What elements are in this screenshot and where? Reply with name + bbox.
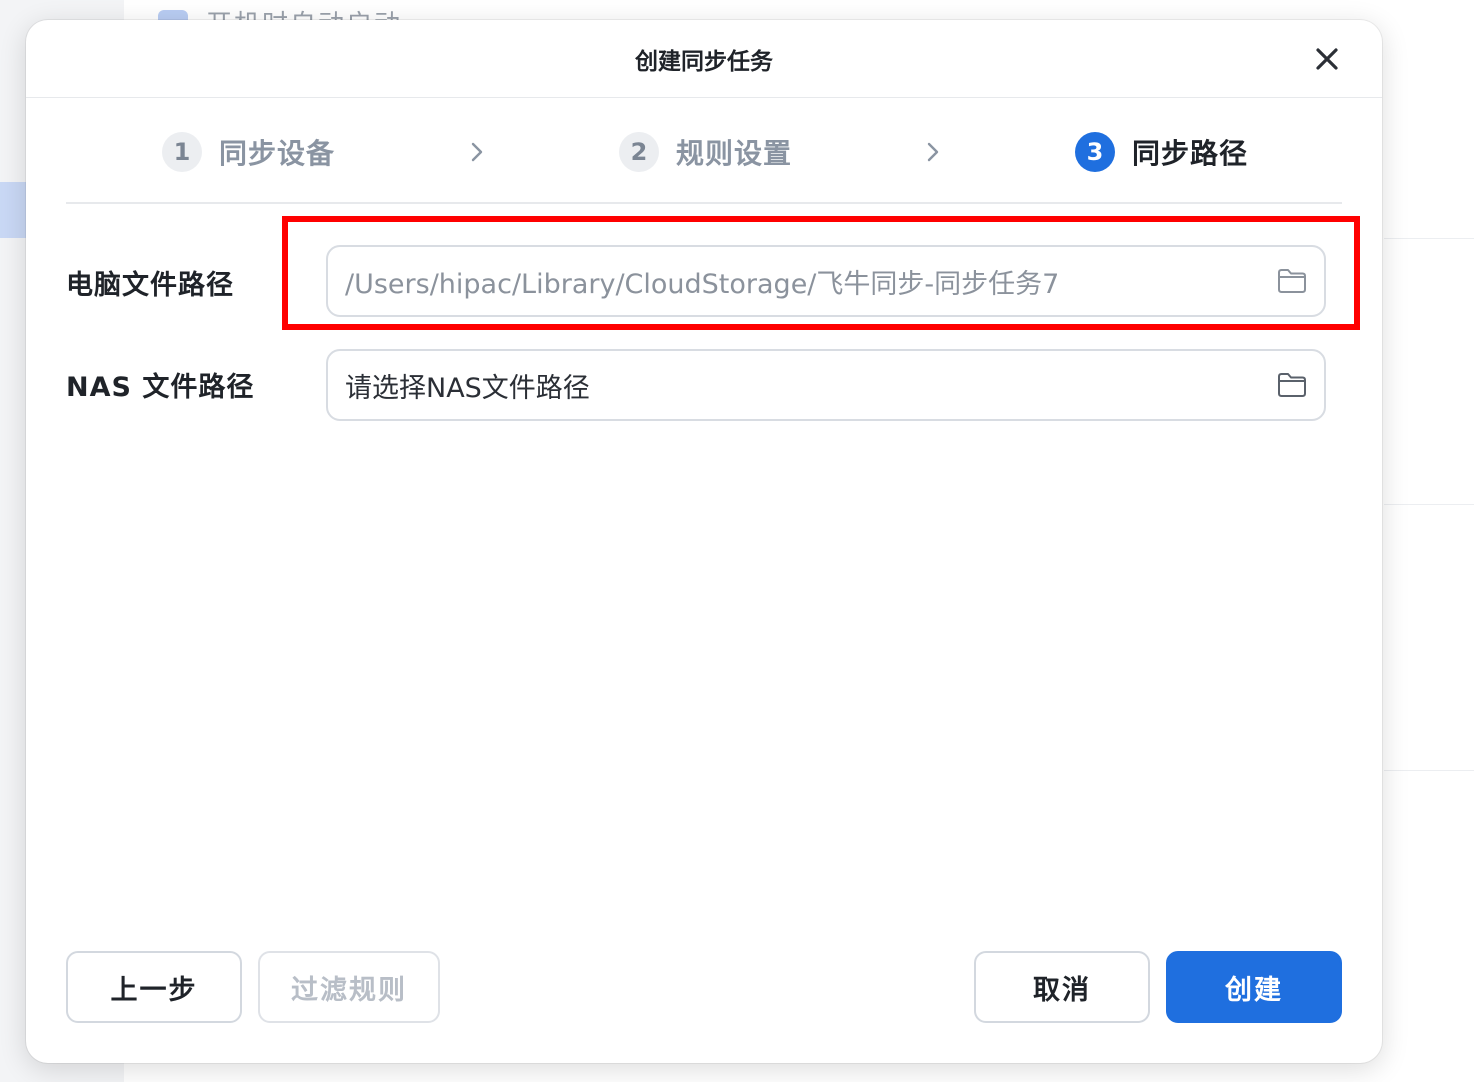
dialog-title: 创建同步任务 — [635, 49, 773, 75]
background-divider — [1384, 504, 1474, 505]
nas-path-placeholder: 请选择NAS文件路径 — [345, 372, 590, 404]
local-path-value: /Users/hipac/Library/CloudStorage/飞牛同步-同… — [345, 268, 1060, 300]
cancel-button[interactable]: 取消 — [974, 951, 1150, 1023]
create-sync-task-dialog: 创建同步任务 1 同步设备 2 规则设置 3 同步路径 电脑文件路径 /User… — [26, 20, 1382, 1063]
stepper: 1 同步设备 2 规则设置 3 同步路径 — [66, 128, 1342, 190]
background-divider — [1384, 770, 1474, 771]
stepper-divider — [66, 202, 1342, 204]
local-path-row: 电脑文件路径 /Users/hipac/Library/CloudStorage… — [66, 245, 1326, 317]
prev-step-button[interactable]: 上一步 — [66, 951, 242, 1023]
step-rule-settings: 2 规则设置 — [619, 132, 792, 172]
step-number: 3 — [1075, 132, 1115, 172]
nas-path-field[interactable]: 请选择NAS文件路径 — [326, 349, 1326, 421]
background-sidebar-accent — [0, 182, 26, 238]
folder-icon[interactable] — [1276, 371, 1308, 399]
nas-path-label: NAS 文件路径 — [66, 372, 255, 403]
step-number: 2 — [619, 132, 659, 172]
nas-path-row: NAS 文件路径 请选择NAS文件路径 — [66, 349, 1326, 421]
step-label: 规则设置 — [676, 137, 793, 170]
dialog-header: 创建同步任务 — [26, 20, 1382, 98]
step-label: 同步设备 — [219, 137, 336, 170]
close-icon[interactable] — [1312, 44, 1342, 74]
background-divider — [1384, 238, 1474, 239]
step-number: 1 — [162, 132, 202, 172]
step-label: 同步路径 — [1132, 137, 1249, 170]
step-sync-path: 3 同步路径 — [1075, 132, 1248, 172]
folder-icon[interactable] — [1276, 267, 1308, 295]
chevron-right-icon — [924, 140, 942, 164]
create-button[interactable]: 创建 — [1166, 951, 1342, 1023]
filter-rules-button[interactable]: 过滤规则 — [258, 951, 440, 1023]
local-path-label: 电脑文件路径 — [66, 270, 234, 301]
local-path-field[interactable]: /Users/hipac/Library/CloudStorage/飞牛同步-同… — [326, 245, 1326, 317]
step-sync-device: 1 同步设备 — [162, 132, 335, 172]
chevron-right-icon — [468, 140, 486, 164]
